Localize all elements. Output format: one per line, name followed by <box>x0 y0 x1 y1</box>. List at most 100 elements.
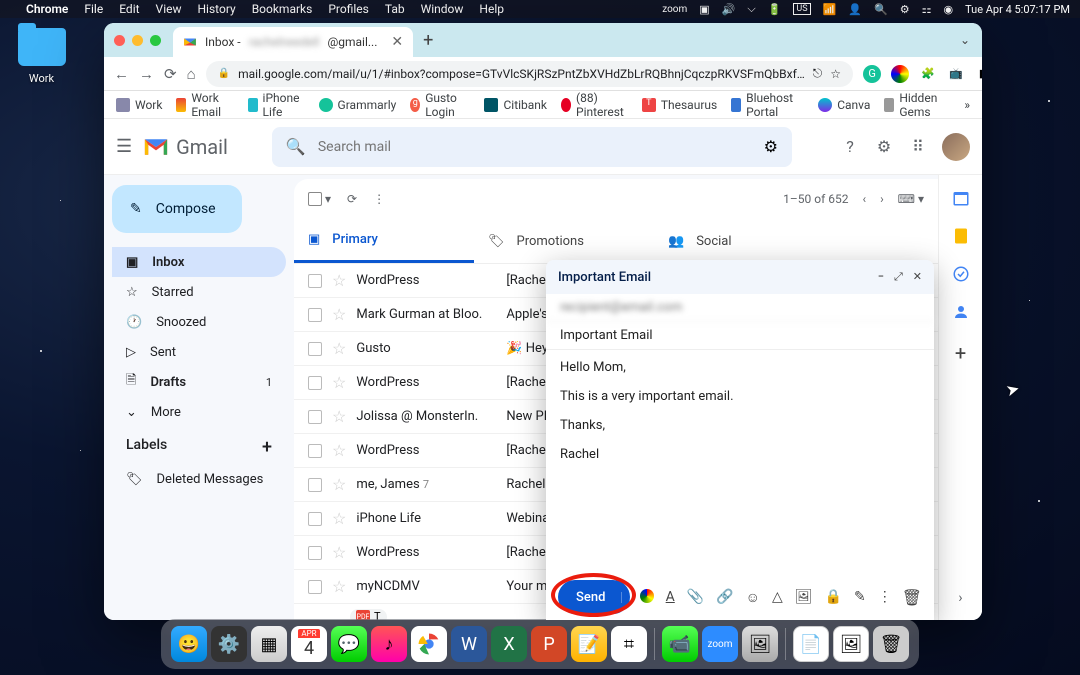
search-field[interactable] <box>318 139 752 155</box>
bookmark-work[interactable]: Work <box>116 98 162 112</box>
fullscreen-icon[interactable]: ⤢ <box>894 270 903 284</box>
bookmark-star-icon[interactable]: ☆ <box>830 67 841 81</box>
new-tab-button[interactable]: + <box>423 30 433 51</box>
sidebar-item-drafts[interactable]: 🗎Drafts1 <box>112 367 286 397</box>
menu-edit[interactable]: Edit <box>119 2 139 16</box>
input-tools-icon[interactable]: ⌨ ▾ <box>898 192 924 206</box>
screenrec-icon[interactable]: ▣ <box>699 3 709 16</box>
menu-window[interactable]: Window <box>421 2 464 16</box>
bookmark-work-email[interactable]: Work Email <box>176 91 233 119</box>
dock-messages[interactable]: 💬 <box>331 626 367 662</box>
more-options-icon[interactable]: ⋮ <box>878 589 892 606</box>
add-label-button[interactable]: + <box>262 437 272 458</box>
window-close-button[interactable] <box>114 35 125 46</box>
bookmark-iphone-life[interactable]: iPhone Life <box>248 91 305 119</box>
tab-promotions[interactable]: 🏷Promotions <box>474 219 654 263</box>
back-button[interactable]: ← <box>114 65 129 83</box>
row-checkbox[interactable] <box>308 580 322 594</box>
row-checkbox[interactable] <box>308 274 322 288</box>
photo-icon[interactable]: 🖼 <box>795 589 813 606</box>
row-checkbox[interactable] <box>308 308 322 322</box>
siri-icon[interactable]: ◉ <box>943 3 953 16</box>
row-star-icon[interactable]: ☆ <box>332 407 346 426</box>
row-star-icon[interactable]: ☆ <box>332 475 346 494</box>
dock-zoom[interactable]: zoom <box>702 626 738 662</box>
sidebar-item-more[interactable]: ⌄More <box>112 397 286 427</box>
sidebar-item-snoozed[interactable]: 🕐Snoozed <box>112 307 286 337</box>
add-addon-button[interactable]: + <box>955 341 966 365</box>
next-page-button[interactable]: › <box>880 192 884 206</box>
reload-button[interactable]: ⟳ <box>164 65 177 83</box>
select-all-checkbox[interactable]: ▾ <box>308 192 331 206</box>
menu-help[interactable]: Help <box>479 2 504 16</box>
zoom-menubar-icon[interactable]: zoom <box>662 4 687 15</box>
row-star-icon[interactable]: ☆ <box>332 441 346 460</box>
bookmark-bluehost[interactable]: Bluehost Portal <box>731 91 804 119</box>
row-star-icon[interactable]: ☆ <box>332 271 346 290</box>
row-star-icon[interactable]: ☆ <box>332 543 346 562</box>
format-text-icon[interactable]: A <box>666 589 675 606</box>
control-center-icon[interactable]: ⚏ <box>922 3 932 16</box>
gmail-logo[interactable]: Gmail <box>142 135 228 159</box>
row-checkbox[interactable] <box>308 376 322 390</box>
row-star-icon[interactable]: ☆ <box>332 305 346 324</box>
settings-icon[interactable]: ⚙ <box>874 137 894 157</box>
bookmark-canva[interactable]: Canva <box>818 98 870 112</box>
clock[interactable]: Tue Apr 4 5:07:17 PM <box>965 3 1070 16</box>
sidebar-item-deleted[interactable]: 🏷Deleted Messages <box>112 464 286 494</box>
share-icon[interactable]: ⎋ <box>813 66 823 81</box>
hide-panel-button[interactable]: › <box>958 590 962 606</box>
app-name[interactable]: Chrome <box>26 2 68 16</box>
row-checkbox[interactable] <box>308 512 322 526</box>
dock-finder[interactable]: 😀 <box>171 626 207 662</box>
dock-settings[interactable]: ⚙️ <box>211 626 247 662</box>
row-star-icon[interactable]: ☆ <box>332 509 346 528</box>
tab-social[interactable]: 👥Social <box>654 219 834 263</box>
confidential-icon[interactable]: 🔒 <box>825 589 842 606</box>
bookmark-pinterest[interactable]: (88) Pinterest <box>561 91 628 119</box>
dock-trash[interactable]: 🗑 <box>873 626 909 662</box>
menu-history[interactable]: History <box>198 2 236 16</box>
dock-facetime[interactable]: 📹 <box>662 626 698 662</box>
more-button[interactable]: ⋮ <box>373 192 385 206</box>
bookmark-hidden-gems[interactable]: Hidden Gems <box>884 91 950 119</box>
sidepanel-icon[interactable]: ◧ <box>975 65 982 83</box>
send-options-icon[interactable]: ▼ <box>621 592 629 603</box>
dock-preview[interactable]: 🖼 <box>742 626 778 662</box>
support-icon[interactable]: ? <box>840 137 860 157</box>
window-maximize-button[interactable] <box>150 35 161 46</box>
ext-colorpicker-icon[interactable] <box>891 65 909 83</box>
dock-slack[interactable]: ⌗ <box>611 626 647 662</box>
send-button[interactable]: Send ▼ <box>558 580 630 614</box>
tasks-icon[interactable] <box>952 265 970 283</box>
menu-bookmarks[interactable]: Bookmarks <box>252 2 313 16</box>
prev-page-button[interactable]: ‹ <box>862 192 866 206</box>
row-star-icon[interactable]: ☆ <box>332 577 346 596</box>
url-input[interactable]: 🔒 mail.google.com/mail/u/1/#inbox?compos… <box>206 61 853 87</box>
row-checkbox[interactable] <box>308 342 322 356</box>
subject-field[interactable]: Important Email <box>546 322 934 350</box>
extensions-icon[interactable]: 🧩 <box>919 65 937 83</box>
tab-primary[interactable]: ▣Primary <box>294 219 474 263</box>
calendar-icon[interactable] <box>952 189 970 207</box>
window-minimize-button[interactable] <box>132 35 143 46</box>
to-field[interactable]: recipient@email.com <box>546 294 934 322</box>
spotlight-icon[interactable]: 🔍 <box>874 3 888 16</box>
wifi-icon[interactable]: 📶 <box>823 3 837 16</box>
sidebar-item-sent[interactable]: ▷Sent <box>112 337 286 367</box>
search-options-icon[interactable]: ⚙ <box>764 137 778 156</box>
menu-file[interactable]: File <box>84 2 103 16</box>
menu-view[interactable]: View <box>156 2 182 16</box>
bookmark-thesaurus[interactable]: TThesaurus <box>642 98 717 112</box>
dock-chrome[interactable] <box>411 626 447 662</box>
attach-icon[interactable]: 📎 <box>687 589 704 606</box>
bookmark-gusto[interactable]: gGusto Login <box>410 91 470 119</box>
emoji-icon[interactable]: ☺ <box>746 589 760 606</box>
home-button[interactable]: ⌂ <box>187 65 196 83</box>
sidebar-item-inbox[interactable]: ▣Inbox <box>112 247 286 277</box>
input-source-icon[interactable]: US <box>793 3 810 15</box>
compose-body[interactable]: Hello Mom, This is a very important emai… <box>546 350 934 574</box>
volume-icon[interactable]: 🔊 <box>722 3 736 16</box>
compose-header[interactable]: Important Email − ⤢ ✕ <box>546 260 934 294</box>
contacts-icon[interactable] <box>952 303 970 321</box>
